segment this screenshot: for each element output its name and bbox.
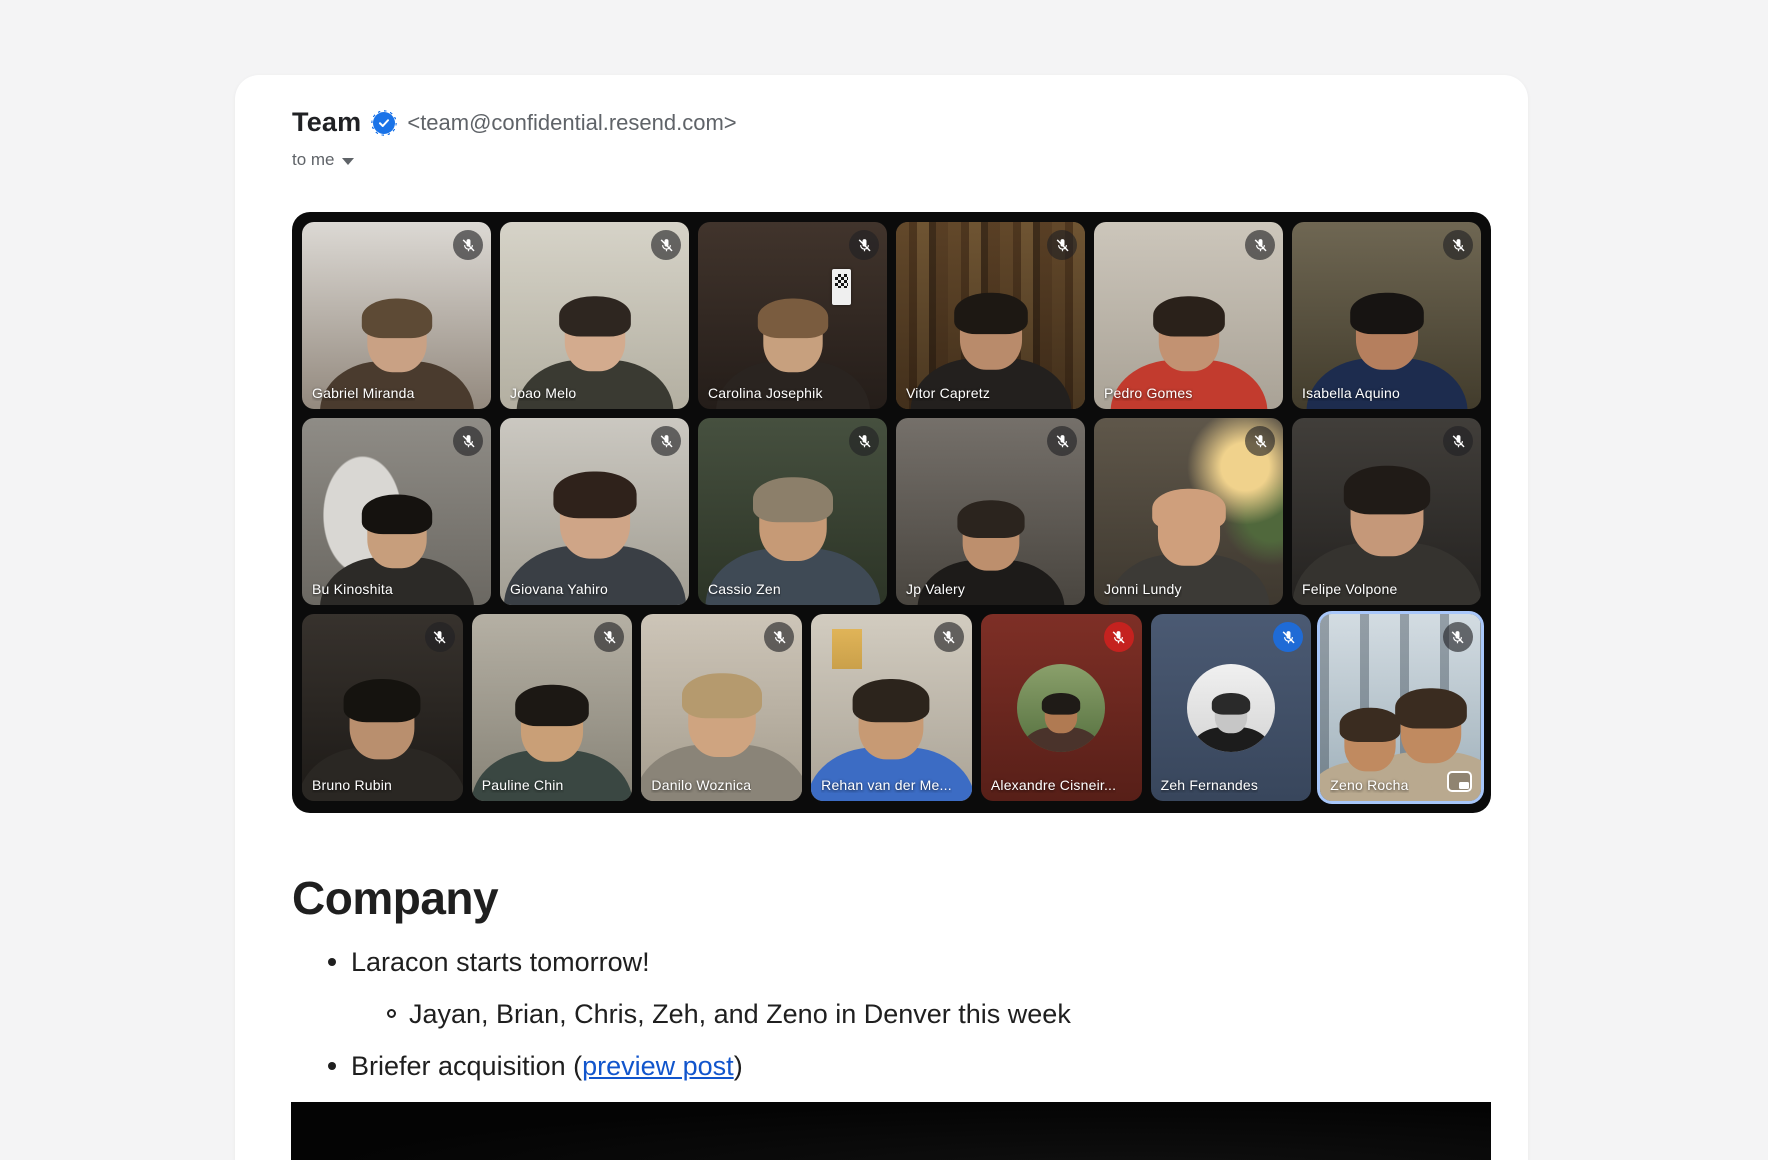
participant-name: Jonni Lundy bbox=[1104, 581, 1182, 597]
video-call-image[interactable]: Gabriel Miranda Joao Melo bbox=[292, 212, 1491, 813]
recipient-label: to me bbox=[292, 150, 335, 170]
participant-name: Alexandre Cisneir... bbox=[991, 777, 1116, 793]
mic-muted-icon bbox=[764, 622, 794, 652]
verified-badge-icon bbox=[373, 112, 395, 134]
mic-muted-icon bbox=[1245, 230, 1275, 260]
participant-name: Cassio Zen bbox=[708, 581, 781, 597]
mic-muted-icon bbox=[1245, 426, 1275, 456]
participant-tile: Vitor Capretz bbox=[896, 222, 1085, 409]
participant-tile: Cassio Zen bbox=[698, 418, 887, 605]
mic-muted-icon bbox=[651, 426, 681, 456]
mic-muted-icon bbox=[651, 230, 681, 260]
participant-name: Carolina Josephik bbox=[708, 385, 823, 401]
participant-name: Rehan van der Me... bbox=[821, 777, 952, 793]
participant-tile: Giovana Yahiro bbox=[500, 418, 689, 605]
participant-name: Pauline Chin bbox=[482, 777, 564, 793]
sender-email: <team@confidential.resend.com> bbox=[407, 110, 736, 136]
sender-name: Team bbox=[292, 107, 361, 138]
participant-name: Isabella Aquino bbox=[1302, 385, 1400, 401]
screen-share-icon bbox=[1447, 771, 1472, 792]
participant-tile: Felipe Volpone bbox=[1292, 418, 1481, 605]
section-title: Company bbox=[292, 871, 498, 925]
participant-tile: Alexandre Cisneir... bbox=[981, 614, 1142, 801]
recipient-dropdown[interactable]: to me bbox=[292, 150, 737, 170]
participant-name: Giovana Yahiro bbox=[510, 581, 608, 597]
preview-post-link[interactable]: preview post bbox=[582, 1051, 734, 1081]
participant-name: Felipe Volpone bbox=[1302, 581, 1397, 597]
qr-code bbox=[832, 269, 851, 305]
mic-muted-icon bbox=[849, 230, 879, 260]
participant-name: Gabriel Miranda bbox=[312, 385, 415, 401]
participant-name: Vitor Capretz bbox=[906, 385, 990, 401]
participant-name: Bruno Rubin bbox=[312, 777, 392, 793]
participant-tile: Bu Kinoshita bbox=[302, 418, 491, 605]
participant-tile: Joao Melo bbox=[500, 222, 689, 409]
mic-muted-icon bbox=[934, 622, 964, 652]
mic-muted-icon bbox=[453, 230, 483, 260]
mic-muted-icon bbox=[425, 622, 455, 652]
avatar-silhouette bbox=[1019, 696, 1103, 752]
participant-name: Joao Melo bbox=[510, 385, 576, 401]
participant-tile: Isabella Aquino bbox=[1292, 222, 1481, 409]
mic-muted-icon bbox=[1104, 622, 1134, 652]
mic-muted-icon bbox=[453, 426, 483, 456]
mic-muted-icon bbox=[1443, 622, 1473, 652]
mic-muted-icon bbox=[849, 426, 879, 456]
embedded-image[interactable] bbox=[291, 1102, 1491, 1160]
mic-muted-icon bbox=[1443, 426, 1473, 456]
participant-name: Zeno Rocha bbox=[1330, 777, 1408, 793]
participant-tile: Pedro Gomes bbox=[1094, 222, 1283, 409]
bullet-item: Laracon starts tomorrow! bbox=[292, 947, 1442, 977]
email-card: Team <team@confidential.resend.com> to m… bbox=[235, 75, 1528, 1160]
bullet-item: Briefer acquisition (preview post) bbox=[292, 1051, 1442, 1081]
email-header: Team <team@confidential.resend.com> to m… bbox=[292, 107, 737, 170]
mic-muted-icon bbox=[1443, 230, 1473, 260]
participant-tile: Bruno Rubin bbox=[302, 614, 463, 801]
participant-tile: Carolina Josephik bbox=[698, 222, 887, 409]
participant-name: Jp Valery bbox=[906, 581, 965, 597]
avatar-silhouette bbox=[1189, 696, 1273, 752]
mic-muted-icon bbox=[1047, 230, 1077, 260]
participant-tile: Rehan van der Me... bbox=[811, 614, 972, 801]
participant-tile: Gabriel Miranda bbox=[302, 222, 491, 409]
participant-tile: Zeno Rocha bbox=[1320, 614, 1481, 801]
participant-name: Bu Kinoshita bbox=[312, 581, 393, 597]
chevron-down-icon bbox=[342, 158, 354, 165]
participant-name: Zeh Fernandes bbox=[1161, 777, 1259, 793]
participant-tile: Zeh Fernandes bbox=[1151, 614, 1312, 801]
bullet-list: Laracon starts tomorrow! Jayan, Brian, Ch… bbox=[292, 947, 1442, 1103]
bullet-marker-icon bbox=[387, 1009, 396, 1018]
participant-tile: Jonni Lundy bbox=[1094, 418, 1283, 605]
bullet-marker-icon bbox=[328, 1062, 336, 1070]
participant-name: Danilo Woznica bbox=[651, 777, 751, 793]
participant-tile: Jp Valery bbox=[896, 418, 1085, 605]
participant-tile: Danilo Woznica bbox=[641, 614, 802, 801]
bullet-item: Jayan, Brian, Chris, Zeh, and Zeno in De… bbox=[292, 999, 1442, 1029]
bullet-marker-icon bbox=[328, 958, 336, 966]
participant-tile: Pauline Chin bbox=[472, 614, 633, 801]
participant-name: Pedro Gomes bbox=[1104, 385, 1193, 401]
mic-muted-icon bbox=[1047, 426, 1077, 456]
